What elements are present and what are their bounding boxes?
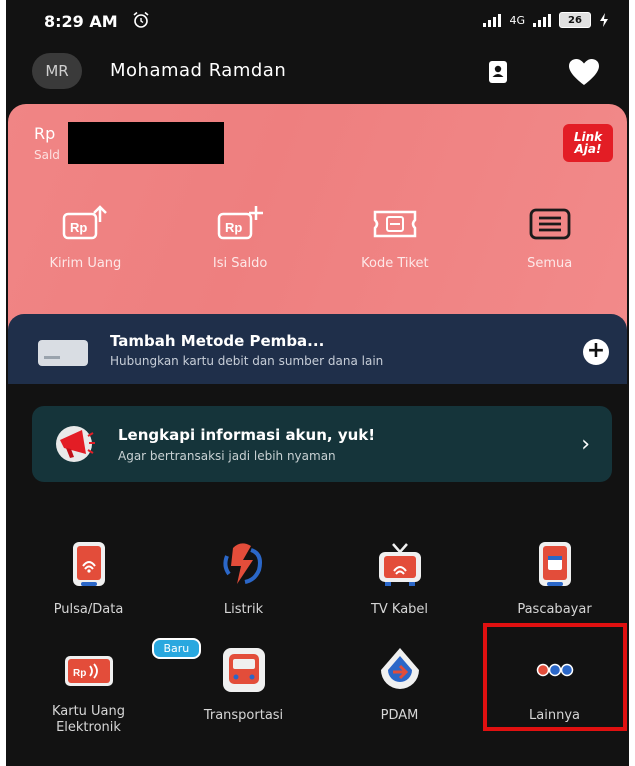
action-semua[interactable]: Semua <box>472 204 627 271</box>
service-pdam[interactable]: PDAM <box>322 646 477 724</box>
action-label: Kode Tiket <box>361 256 429 271</box>
currency-label: Rp <box>34 124 56 143</box>
status-time: 8:29 AM <box>44 12 118 31</box>
service-transportasi[interactable]: Transportasi <box>166 646 321 724</box>
battery-icon: 26 <box>559 12 591 28</box>
account-info-title: Lengkapi informasi akun, yuk! <box>118 426 376 444</box>
electricity-icon <box>222 543 262 584</box>
phone-screen: 8:29 AM 4G 26 MR Mohamad Ramdan Rp Sald <box>6 0 629 766</box>
payment-method-title: Tambah Metode Pemba... <box>110 332 325 350</box>
service-label: PDAM <box>380 708 419 723</box>
alarm-icon <box>133 11 149 28</box>
megaphone-icon <box>56 426 95 462</box>
linkaja-logo: Link Aja! <box>563 124 613 162</box>
service-tv-kabel[interactable]: TV Kabel <box>322 540 477 618</box>
saldo-label: Sald <box>34 148 60 162</box>
water-icon <box>380 648 419 689</box>
action-kirim-uang[interactable]: Rp Kirim Uang <box>8 204 163 271</box>
action-kode-tiket[interactable]: Kode Tiket <box>318 204 473 271</box>
logo-text-bottom: Aja! <box>574 142 602 156</box>
wifi-signal-icon <box>483 13 502 27</box>
account-info-subtitle: Agar bertransaksi jadi lebih nyaman <box>118 449 336 463</box>
cell-signal-icon <box>533 13 551 27</box>
complete-account-banner[interactable]: Lengkapi informasi akun, yuk! Agar bertr… <box>32 406 612 482</box>
action-label: Kirim Uang <box>49 256 122 271</box>
service-kartu-uang-elektronik[interactable]: Rp Baru Kartu Uang Elektronik <box>11 638 202 736</box>
service-label: TV Kabel <box>370 602 429 617</box>
svg-text:Rp: Rp <box>225 220 242 235</box>
ticket-icon <box>373 210 417 238</box>
service-pascabayar[interactable]: Pascabayar <box>477 540 629 618</box>
phone-icon <box>72 542 105 586</box>
action-label: Semua <box>527 256 573 271</box>
service-label: Transportasi <box>203 708 284 723</box>
postpaid-icon <box>538 542 571 586</box>
debit-card-icon <box>38 340 88 366</box>
svg-text:Rp: Rp <box>70 220 87 235</box>
service-pulsa-data[interactable]: Pulsa/Data <box>11 540 166 618</box>
bus-icon <box>222 648 265 692</box>
tv-icon <box>378 543 421 586</box>
send-money-icon: Rp <box>63 205 108 240</box>
payment-method-subtitle: Hubungkan kartu debit dan sumber dana la… <box>110 354 384 368</box>
status-bar: 8:29 AM 4G 26 <box>6 0 629 44</box>
service-label: Pulsa/Data <box>53 602 124 617</box>
avatar[interactable]: MR <box>32 53 82 89</box>
action-label: Isi Saldo <box>212 256 268 271</box>
add-icon[interactable]: + <box>583 339 609 365</box>
user-name[interactable]: Mohamad Ramdan <box>110 60 286 81</box>
service-label: Listrik <box>223 602 264 617</box>
chevron-right-icon: › <box>581 432 590 457</box>
service-label: Pascabayar <box>517 602 592 617</box>
charging-icon <box>600 13 608 27</box>
service-label: Kartu Uang Elektronik <box>51 704 126 735</box>
network-label: 4G <box>509 13 525 27</box>
topup-icon: Rp <box>217 206 264 240</box>
add-payment-method-banner[interactable]: Tambah Metode Pemba... Hubungkan kartu d… <box>8 314 627 384</box>
menu-icon <box>529 208 571 240</box>
action-isi-saldo[interactable]: Rp Isi Saldo <box>163 204 318 271</box>
highlight-box <box>483 623 627 731</box>
quick-actions: Rp Kirim Uang Rp Isi Saldo Kode Tiket Se… <box>8 204 627 271</box>
ecard-icon: Rp <box>64 656 113 686</box>
svg-text:Rp: Rp <box>73 668 86 679</box>
contact-book-icon[interactable] <box>486 60 510 84</box>
battery-level: 26 <box>568 14 582 26</box>
service-listrik[interactable]: Listrik <box>166 540 321 618</box>
heart-icon[interactable] <box>568 58 600 86</box>
app-header: MR Mohamad Ramdan <box>6 48 629 94</box>
balance-redacted <box>68 122 224 164</box>
